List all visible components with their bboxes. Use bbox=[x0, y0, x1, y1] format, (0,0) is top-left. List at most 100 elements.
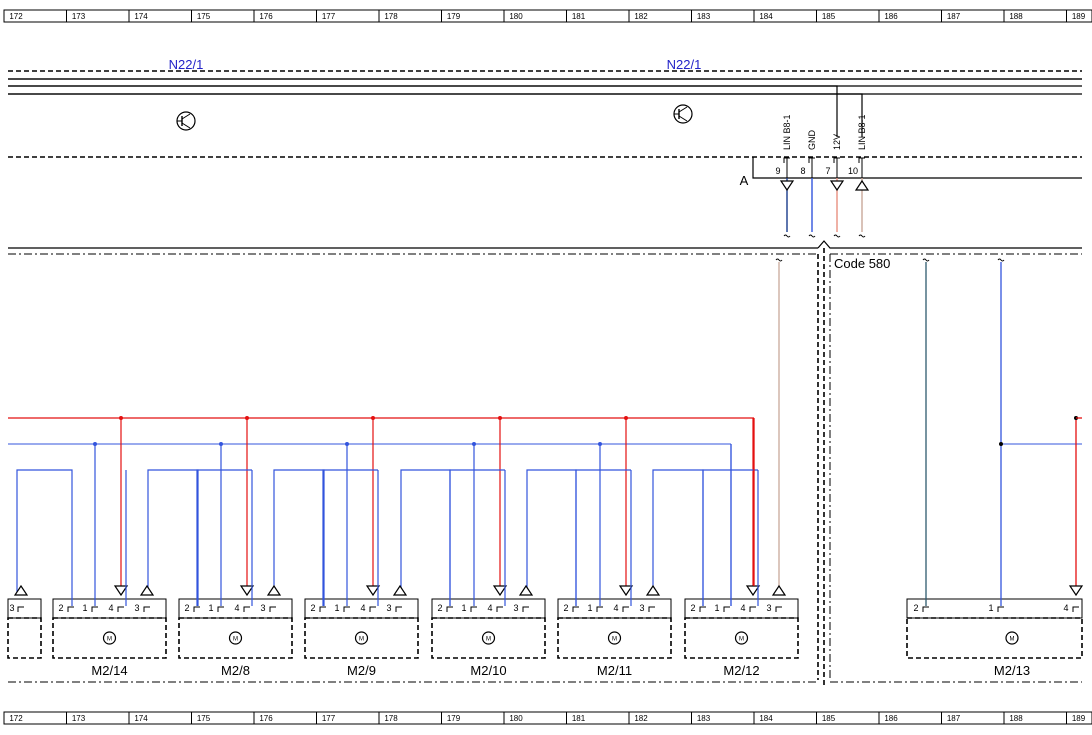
bottom-ruler: 172 173 174 175 176 177 178 179 180 181 182 183 184 1… bbox=[3, 711, 1092, 725]
motor-pin-label: 1 bbox=[587, 603, 592, 613]
ruler-label: 185 bbox=[822, 12, 836, 21]
motor-pin-label: 1 bbox=[82, 603, 87, 613]
wire-break-icon bbox=[858, 234, 866, 238]
motor-pin-label: 4 bbox=[360, 603, 365, 613]
ruler-label: 183 bbox=[697, 714, 711, 723]
motor-label: M2/9 bbox=[347, 663, 376, 678]
junction-dot bbox=[624, 416, 628, 420]
motor-pin-label: 3 bbox=[639, 603, 644, 613]
motor-pin-label: 4 bbox=[1063, 603, 1068, 613]
ruler-label: 184 bbox=[759, 714, 773, 723]
ruler-label: 172 bbox=[9, 714, 23, 723]
connector-signal-label: 12V bbox=[832, 134, 842, 150]
motor-housing bbox=[906, 617, 1083, 659]
motor-pin-label: 3 bbox=[386, 603, 391, 613]
arrow-up-icon bbox=[645, 584, 661, 596]
wire-break-icon bbox=[922, 258, 930, 262]
ruler-label: 188 bbox=[1009, 714, 1023, 723]
component-label-n22-1-right: N22/1 bbox=[667, 57, 702, 72]
arrow-down-icon bbox=[239, 585, 255, 597]
wire-break-icon bbox=[783, 234, 791, 238]
ruler-label: 173 bbox=[72, 714, 86, 723]
motor-pin-label: 4 bbox=[487, 603, 492, 613]
motor-symbol-text: M bbox=[107, 637, 112, 643]
junction-dot bbox=[598, 442, 602, 446]
component-label-n22-1-left: N22/1 bbox=[169, 57, 204, 72]
motor-symbol-text: M bbox=[612, 637, 617, 643]
ruler-label: 179 bbox=[447, 714, 461, 723]
ruler-label: 184 bbox=[759, 12, 773, 21]
arrow-down-icon bbox=[492, 585, 508, 597]
motor-connector bbox=[906, 598, 1083, 619]
arrow-up-icon bbox=[139, 584, 155, 596]
ruler-label: 186 bbox=[884, 12, 898, 21]
junction-dot bbox=[371, 416, 375, 420]
transistor-icon bbox=[673, 104, 693, 124]
ruler-frame bbox=[3, 711, 1092, 725]
ruler-label: 178 bbox=[384, 714, 398, 723]
arrow-down-icon bbox=[779, 180, 795, 192]
motor-pin-label: 2 bbox=[184, 603, 189, 613]
wire-break-icon bbox=[808, 234, 816, 238]
ruler-label: 179 bbox=[447, 12, 461, 21]
wire-break-icon bbox=[997, 258, 1005, 262]
motor-symbol-text: M bbox=[739, 637, 744, 643]
motor-pin-label: 4 bbox=[234, 603, 239, 613]
wire-blue-loop bbox=[147, 469, 199, 606]
arrow-down-icon bbox=[745, 585, 761, 597]
arrow-up-icon bbox=[771, 584, 787, 596]
ruler-label: 177 bbox=[322, 12, 336, 21]
motor-symbol-text: M bbox=[486, 637, 491, 643]
motor-pin-label: 2 bbox=[563, 603, 568, 613]
motor-label: M2/13 bbox=[994, 663, 1030, 678]
separator bbox=[817, 240, 1082, 249]
ruler-label: 181 bbox=[572, 12, 586, 21]
wire-blue-loop bbox=[273, 469, 325, 606]
ruler-label: 183 bbox=[697, 12, 711, 21]
motor-housing bbox=[7, 617, 42, 659]
ruler-frame bbox=[3, 9, 1092, 23]
ruler-label: 173 bbox=[72, 12, 86, 21]
connector-pin-label: 9 bbox=[775, 166, 780, 176]
motor-symbol-text: M bbox=[359, 637, 364, 643]
arrow-down-icon bbox=[113, 585, 129, 597]
motor-pin-label: 3 bbox=[766, 603, 771, 613]
arrow-down-icon bbox=[829, 180, 845, 192]
arrow-down-icon bbox=[1068, 585, 1084, 597]
junction-dot bbox=[472, 442, 476, 446]
motor-pin-label: 3 bbox=[9, 603, 14, 613]
code-580-label: Code 580 bbox=[834, 256, 890, 271]
arrow-down-icon bbox=[365, 585, 381, 597]
motor-label: M2/14 bbox=[91, 663, 127, 678]
motor-pin-label: 2 bbox=[310, 603, 315, 613]
wire-blue-loop bbox=[400, 469, 451, 606]
junction-dot bbox=[119, 416, 123, 420]
junction-dot bbox=[219, 442, 223, 446]
ruler-label: 182 bbox=[634, 714, 648, 723]
motor-label: M2/10 bbox=[470, 663, 506, 678]
motor-pin-label: 2 bbox=[58, 603, 63, 613]
motor-label: M2/8 bbox=[221, 663, 250, 678]
motor-pin-label: 2 bbox=[437, 603, 442, 613]
connector-pin-label: 8 bbox=[800, 166, 805, 176]
ruler-label: 180 bbox=[509, 12, 523, 21]
connector-signal-label: GND bbox=[807, 130, 817, 151]
junction-dot bbox=[345, 442, 349, 446]
wire-blue-loop bbox=[526, 469, 577, 606]
wiring-diagram: 172 173 174 175 176 177 178 179 180 181 182 183 184 1… bbox=[3, 9, 1092, 725]
connector-pin-label: 10 bbox=[848, 166, 858, 176]
ruler-label: 181 bbox=[572, 714, 586, 723]
connector-pin-label: 7 bbox=[825, 166, 830, 176]
motor-pin-label: 2 bbox=[913, 603, 918, 613]
motor-pin-label: 2 bbox=[690, 603, 695, 613]
motor-pin-label: 1 bbox=[988, 603, 993, 613]
transistor-icon bbox=[176, 111, 196, 131]
ruler-label: 174 bbox=[134, 714, 148, 723]
ruler-label: 178 bbox=[384, 12, 398, 21]
ruler-label: 187 bbox=[947, 12, 961, 21]
ruler-label: 176 bbox=[259, 12, 273, 21]
motor-pin-label: 1 bbox=[461, 603, 466, 613]
arrow-up-icon bbox=[392, 584, 408, 596]
ruler-label: 186 bbox=[884, 714, 898, 723]
motor-pin-label: 1 bbox=[208, 603, 213, 613]
